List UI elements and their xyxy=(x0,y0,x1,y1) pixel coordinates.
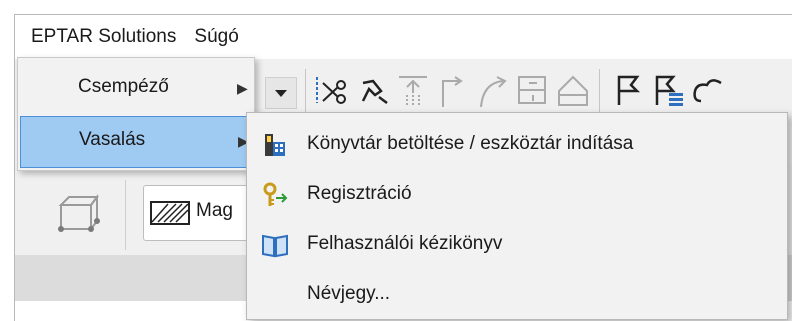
menu-help[interactable]: Súgó xyxy=(185,15,247,59)
submenu-vasalas: Könyvtár betöltése / eszköztár indítása … xyxy=(246,112,788,320)
menu-item-user-manual[interactable]: Felhasználói kézikönyv xyxy=(247,219,787,269)
arc-arrow-icon[interactable] xyxy=(475,73,511,109)
cloud-icon[interactable] xyxy=(691,73,727,109)
flag-icon[interactable] xyxy=(611,73,647,109)
mag-label: Mag xyxy=(196,200,233,221)
corner-arrow-icon[interactable] xyxy=(435,73,471,109)
flag-list-icon[interactable] xyxy=(651,73,687,109)
menu-item-label: Csempéző xyxy=(78,76,169,97)
property-separator xyxy=(125,180,126,250)
submenu-eptar: Csempéző ▶ Vasalás ▶ xyxy=(17,57,255,171)
menu-item-vasalas[interactable]: Vasalás ▶ xyxy=(20,116,252,168)
key-arrow-icon xyxy=(263,182,288,206)
wrench-magic-icon[interactable] xyxy=(355,73,391,109)
menu-item-registration[interactable]: Regisztráció xyxy=(247,169,787,219)
toolbar-separator xyxy=(305,69,306,113)
menu-item-label: Könyvtár betöltése / eszköztár indítása xyxy=(307,133,634,154)
toolbar-dropdown-button[interactable] xyxy=(265,77,297,109)
menu-eptar-solutions[interactable]: EPTAR Solutions xyxy=(15,15,185,59)
align-top-icon[interactable] xyxy=(395,73,431,109)
menu-item-label: Vasalás xyxy=(79,129,146,150)
caret-down-icon xyxy=(275,90,287,97)
menu-item-label: Névjegy... xyxy=(307,283,391,304)
scissors-icon[interactable] xyxy=(313,73,349,109)
toolbar-separator xyxy=(599,69,600,113)
menu-item-about[interactable]: Névjegy... xyxy=(247,269,787,319)
book-icon xyxy=(262,234,288,258)
menu-bar: EPTAR Solutions Súgó xyxy=(15,15,792,59)
house-icon[interactable] xyxy=(555,73,591,109)
submenu-arrow-icon: ▶ xyxy=(237,80,248,96)
menu-item-csempezo[interactable]: Csempéző ▶ xyxy=(20,64,252,114)
library-toolbar-icon xyxy=(265,134,285,156)
menu-item-library-load[interactable]: Könyvtár betöltése / eszköztár indítása xyxy=(247,119,787,169)
hatch-pattern-icon xyxy=(150,201,190,225)
menu-item-label: Felhasználói kézikönyv xyxy=(307,233,503,254)
box-shape-icon[interactable] xyxy=(51,191,103,237)
menu-item-label: Regisztráció xyxy=(307,183,412,204)
box-split-icon[interactable] xyxy=(515,73,551,109)
